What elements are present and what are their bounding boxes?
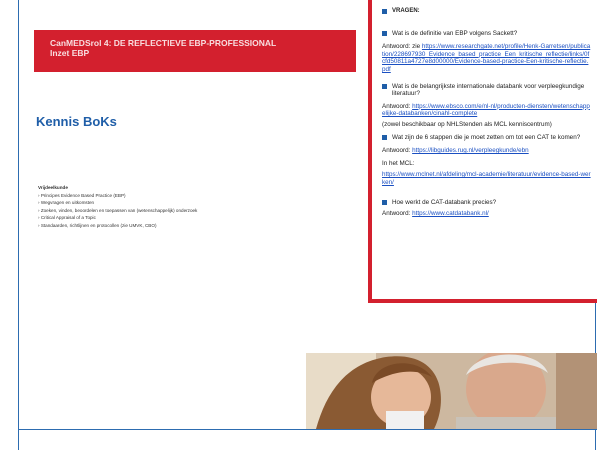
photo-elderly-care [306,353,597,429]
panel-title: VRAGEN: [392,8,420,14]
question-2-text: Wat is de belangrijkste internationale d… [392,82,585,98]
answer-1-prefix: Antwoord: zie [382,43,422,51]
panel-title-row: VRAGEN: [382,8,591,16]
answer-2: Antwoord: https://www.ebsco.com/e/nl-nl/… [382,103,591,118]
answer-4: Antwoord: https://www.catdatabank.nl/ [382,210,591,218]
bullet-square-icon [382,9,387,14]
questions-panel: VRAGEN: Wat is de definitie van EBP volg… [368,0,597,303]
banner-text: CanMEDSrol 4: DE REFLECTIEVE EBP-PROFESS… [50,38,350,58]
photo-illustration [306,353,597,429]
knowledge-item: Principes Evidence Based Practice (EBP) [38,192,338,200]
answer-3: Antwoord: https://libguides.rug.nl/verpl… [382,147,591,155]
banner-line-2: Inzet EBP [50,48,90,58]
answer-4-link[interactable]: https://www.catdatabank.nl/ [412,210,489,217]
knowledge-list: Vrijdeelkunde Principes Evidence Based P… [38,184,338,230]
knowledge-item: Zoeken, vinden, beoordelen en toepassen … [38,207,338,215]
question-4-text: Hoe werkt de CAT-databank precies? [392,198,497,206]
bullet-square-icon [382,199,387,205]
question-4: Hoe werkt de CAT-databank precies? [382,199,591,207]
answer-3-mcl-label: In het MCL: [382,159,415,167]
question-1-text: Wat is de definitie van EBP volgens Sack… [392,29,518,37]
bullet-square-icon [382,134,387,140]
answer-3-mcl: https://www.mclnet.nl/afdeling/mcl-acade… [382,171,591,186]
bullet-square-icon [382,30,387,36]
question-1: Wat is de definitie van EBP volgens Sack… [382,30,591,38]
answer-3-mcl-link[interactable]: https://www.mclnet.nl/afdeling/mcl-acade… [382,171,591,186]
answer-3-link[interactable]: https://libguides.rug.nl/verpleegkunde/e… [412,147,529,154]
question-3: Wat zijn de 6 stappen die je moet zetten… [382,134,591,142]
answer-4-prefix: Antwoord: [382,210,413,218]
question-2: Wat is de belangrijkste internationale d… [382,83,591,98]
knowledge-item: Standaarden, richtlijnen en protocollen … [38,222,338,230]
answer-1: Antwoord: zie https://www.researchgate.n… [382,43,591,73]
knowledge-title: Vrijdeelkunde [38,185,68,190]
knowledge-item: Wegvragen en uitkomsten [38,199,338,207]
answer-3-prefix: Antwoord: [382,147,413,155]
frame-bottom-line [18,429,597,430]
answer-2-prefix: Antwoord: [382,102,413,110]
banner-line-1: CanMEDSrol 4: DE REFLECTIEVE EBP-PROFESS… [50,38,277,48]
answer-2-note: (zowel beschikbaar op NHLStenden als MCL… [382,120,552,128]
answer-2-link[interactable]: https://www.ebsco.com/e/nl-nl/producten-… [382,103,590,118]
section-heading: Kennis BoKs [36,114,117,129]
bullet-square-icon [382,83,387,89]
knowledge-item: Critical Appraisal of a Topic [38,214,338,222]
question-3-text: Wat zijn de 6 stappen die je moet zetten… [392,133,581,141]
